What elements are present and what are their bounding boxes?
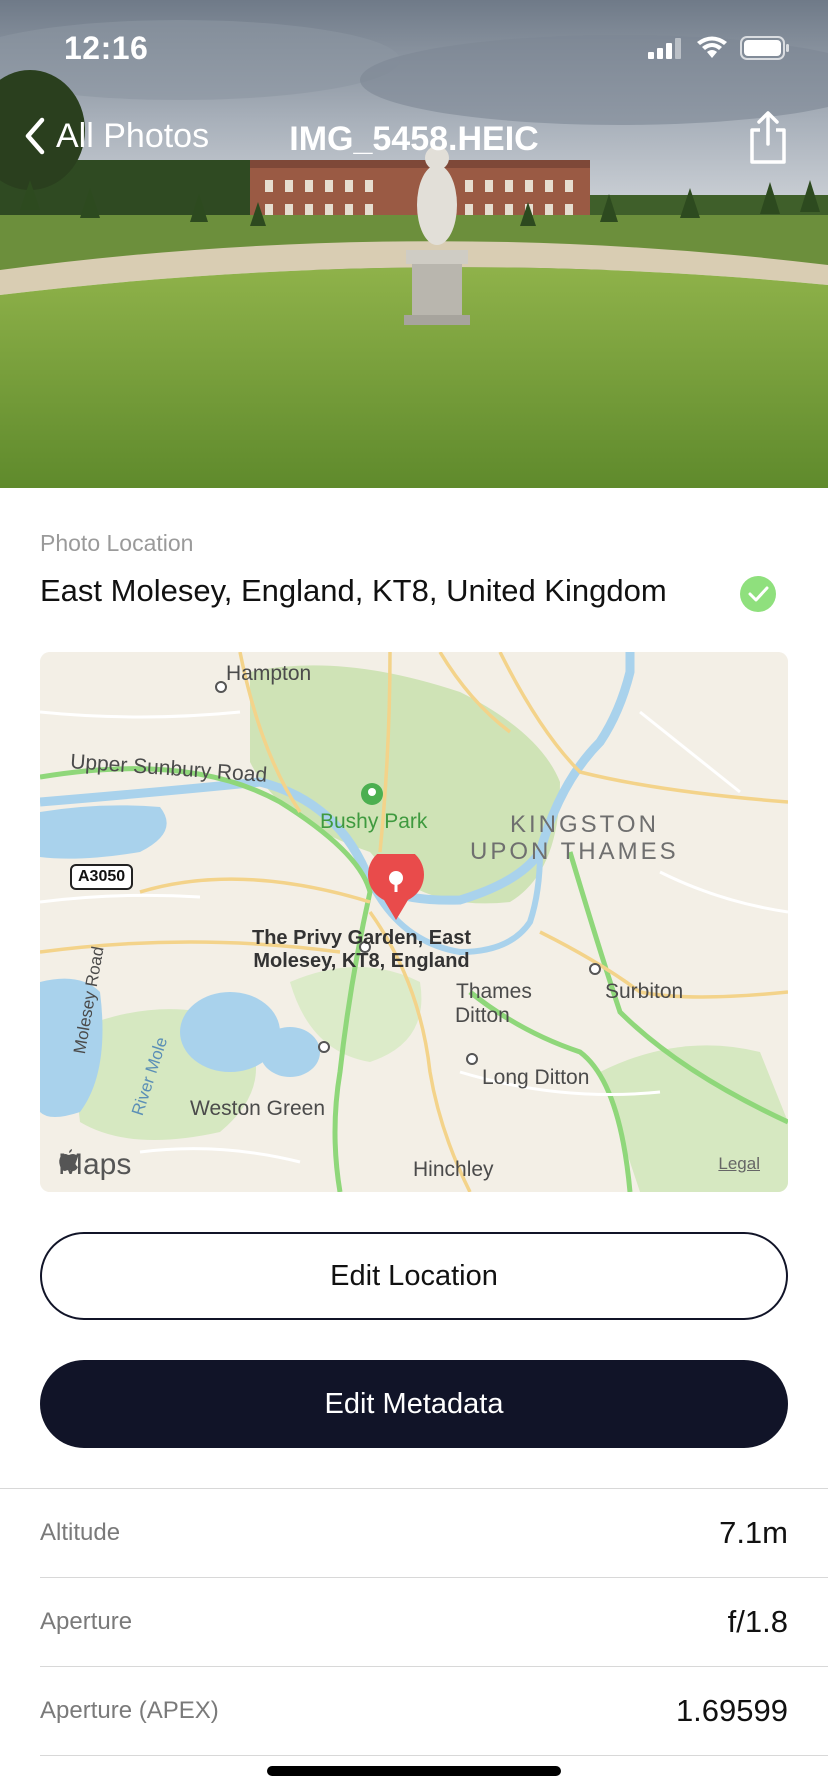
edit-location-button[interactable]: Edit Location bbox=[40, 1232, 788, 1320]
map-legal-link[interactable]: Legal bbox=[718, 1154, 760, 1174]
location-map[interactable]: Hampton Upper Sunbury Road Bushy Park KI… bbox=[40, 652, 788, 1192]
metadata-row-aperture-apex: Aperture (APEX) 1.69599 bbox=[40, 1667, 828, 1756]
apple-logo-icon bbox=[59, 1149, 78, 1171]
chevron-left-icon bbox=[25, 117, 45, 155]
status-time: 12:16 bbox=[64, 30, 149, 66]
map-road-badge: A3050 bbox=[70, 864, 134, 890]
map-label-thames-line2: Ditton bbox=[455, 1004, 510, 1027]
map-label-weston-green: Weston Green bbox=[190, 1097, 326, 1120]
location-pin-icon bbox=[368, 854, 424, 920]
back-button[interactable]: All Photos bbox=[22, 116, 209, 156]
map-label-kingston-line2: UPON THAMES bbox=[470, 838, 679, 865]
map-label-kingston-line1: KINGSTON bbox=[510, 811, 659, 838]
battery-icon bbox=[740, 36, 789, 60]
metadata-value: 7.1m bbox=[719, 1515, 788, 1550]
location-address: East Molesey, England, KT8, United Kingd… bbox=[40, 573, 667, 608]
metadata-row-aperture: Aperture f/1.8 bbox=[40, 1578, 828, 1667]
map-label-surbiton: Surbiton bbox=[605, 980, 684, 1003]
metadata-list: Altitude 7.1m Aperture f/1.8 Aperture (A… bbox=[0, 1488, 828, 1756]
map-label-long-ditton: Long Ditton bbox=[482, 1066, 590, 1089]
metadata-value: f/1.8 bbox=[727, 1604, 788, 1639]
map-label-thames-line1: Thames bbox=[456, 980, 532, 1003]
metadata-row-altitude: Altitude 7.1m bbox=[40, 1489, 828, 1578]
metadata-label: Aperture (APEX) bbox=[40, 1697, 219, 1724]
metadata-label: Altitude bbox=[40, 1519, 121, 1546]
edit-metadata-button[interactable]: Edit Metadata bbox=[40, 1360, 788, 1448]
check-icon bbox=[740, 576, 776, 612]
back-button-label: All Photos bbox=[56, 116, 210, 155]
map-label-bushy-park: Bushy Park bbox=[320, 810, 428, 833]
maps-watermark: Maps bbox=[58, 1148, 131, 1182]
status-bar: 12:16 bbox=[0, 0, 828, 100]
metadata-value: 1.69599 bbox=[675, 1693, 788, 1728]
share-button[interactable] bbox=[746, 110, 790, 166]
map-pin-label: The Privy Garden, East Molesey, KT8, Eng… bbox=[252, 927, 471, 973]
metadata-label: Aperture bbox=[40, 1608, 133, 1635]
signal-icon bbox=[648, 38, 681, 59]
location-caption: Photo Location bbox=[40, 530, 194, 556]
wifi-icon bbox=[697, 36, 727, 58]
map-label-hinchley: Hinchley bbox=[413, 1158, 494, 1181]
map-label-hampton: Hampton bbox=[226, 662, 312, 685]
status-icons bbox=[648, 36, 790, 60]
navigation-bar: All Photos IMG_5458.HEIC bbox=[0, 100, 828, 180]
share-icon bbox=[750, 111, 786, 164]
map-pin-label-line2: Molesey, KT8, England bbox=[253, 950, 470, 972]
map-pin-label-line1: The Privy Garden, East bbox=[252, 927, 471, 949]
home-indicator[interactable] bbox=[267, 1766, 561, 1776]
